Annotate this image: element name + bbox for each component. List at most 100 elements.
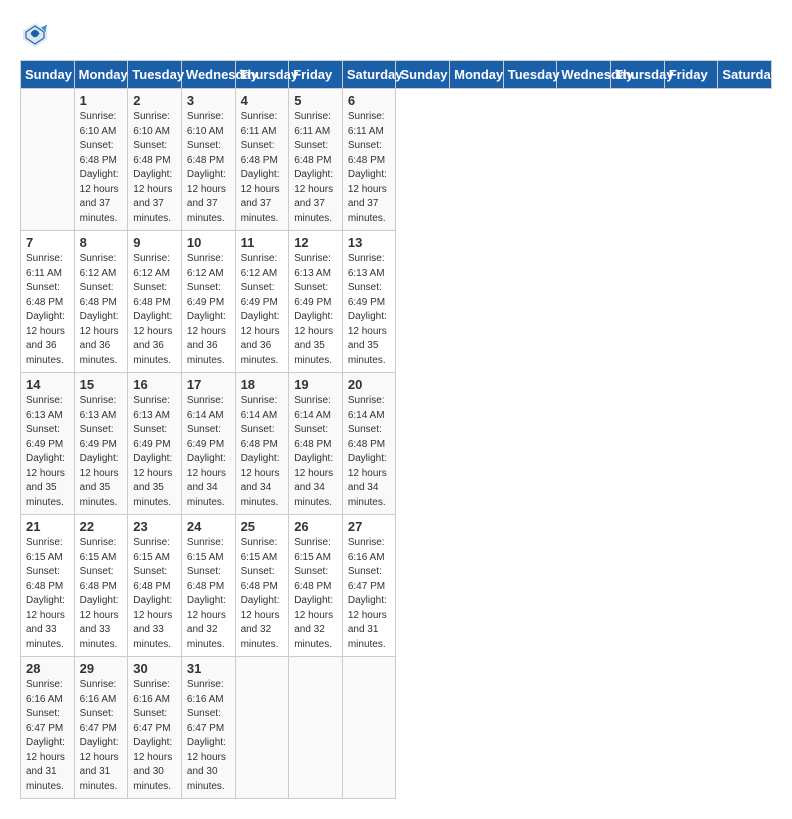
calendar-cell: 20 Sunrise: 6:14 AM Sunset: 6:48 PM Dayli… <box>342 373 396 515</box>
col-header-friday: Friday <box>664 61 718 89</box>
col-header-monday: Monday <box>450 61 504 89</box>
day-info: Sunrise: 6:14 AM Sunset: 6:48 PM Dayligh… <box>294 394 337 510</box>
day-number: 7 <box>26 235 69 250</box>
day-number: 6 <box>348 93 391 108</box>
day-info: Sunrise: 6:14 AM Sunset: 6:48 PM Dayligh… <box>241 394 284 510</box>
day-number: 18 <box>241 377 284 392</box>
day-number: 17 <box>187 377 230 392</box>
day-number: 28 <box>26 661 69 676</box>
col-header-sunday: Sunday <box>396 61 450 89</box>
col-header-thursday: Thursday <box>611 61 665 89</box>
day-number: 1 <box>80 93 123 108</box>
day-info: Sunrise: 6:13 AM Sunset: 6:49 PM Dayligh… <box>133 394 176 510</box>
day-info: Sunrise: 6:14 AM Sunset: 6:48 PM Dayligh… <box>348 394 391 510</box>
calendar-cell: 25Sunrise: 6:15 AM Sunset: 6:48 PM Dayli… <box>235 515 289 657</box>
day-info: Sunrise: 6:13 AM Sunset: 6:49 PM Dayligh… <box>26 394 69 510</box>
header-monday: Monday <box>74 61 128 89</box>
calendar-week-2: 7 Sunrise: 6:11 AM Sunset: 6:48 PM Daylig… <box>21 231 772 373</box>
calendar-week-3: 14 Sunrise: 6:13 AM Sunset: 6:49 PM Dayli… <box>21 373 772 515</box>
day-info: Sunrise: 6:16 AM Sunset: 6:47 PM Dayligh… <box>26 678 69 794</box>
day-info: Sunrise: 6:16 AM Sunset: 6:47 PM Dayligh… <box>133 678 176 794</box>
calendar-cell: 14 Sunrise: 6:13 AM Sunset: 6:49 PM Dayli… <box>21 373 75 515</box>
calendar-cell: 11 Sunrise: 6:12 AM Sunset: 6:49 PM Dayli… <box>235 231 289 373</box>
day-info: Sunrise: 6:15 AM Sunset: 6:48 PM Dayligh… <box>294 536 337 652</box>
logo-icon <box>20 20 50 50</box>
header-wednesday: Wednesday <box>181 61 235 89</box>
calendar-cell: 13 Sunrise: 6:13 AM Sunset: 6:49 PM Dayli… <box>342 231 396 373</box>
day-number: 2 <box>133 93 176 108</box>
day-info: Sunrise: 6:14 AM Sunset: 6:49 PM Dayligh… <box>187 394 230 510</box>
day-info: Sunrise: 6:12 AM Sunset: 6:49 PM Dayligh… <box>241 252 284 368</box>
calendar-week-4: 21Sunrise: 6:15 AM Sunset: 6:48 PM Dayli… <box>21 515 772 657</box>
day-number: 20 <box>348 377 391 392</box>
header-sunday: Sunday <box>21 61 75 89</box>
calendar-cell: 4Sunrise: 6:11 AM Sunset: 6:48 PM Daylig… <box>235 89 289 231</box>
day-number: 30 <box>133 661 176 676</box>
day-number: 12 <box>294 235 337 250</box>
calendar-cell: 5Sunrise: 6:11 AM Sunset: 6:48 PM Daylig… <box>289 89 343 231</box>
day-number: 26 <box>294 519 337 534</box>
day-number: 25 <box>241 519 284 534</box>
calendar-cell <box>342 657 396 799</box>
day-number: 19 <box>294 377 337 392</box>
calendar-cell: 10 Sunrise: 6:12 AM Sunset: 6:49 PM Dayli… <box>181 231 235 373</box>
calendar-cell: 7 Sunrise: 6:11 AM Sunset: 6:48 PM Daylig… <box>21 231 75 373</box>
col-header-wednesday: Wednesday <box>557 61 611 89</box>
day-number: 16 <box>133 377 176 392</box>
calendar-cell: 27 Sunrise: 6:16 AM Sunset: 6:47 PM Dayli… <box>342 515 396 657</box>
calendar-cell: 22Sunrise: 6:15 AM Sunset: 6:48 PM Dayli… <box>74 515 128 657</box>
day-info: Sunrise: 6:12 AM Sunset: 6:49 PM Dayligh… <box>187 252 230 368</box>
calendar-table: SundayMondayTuesdayWednesdayThursdayFrid… <box>20 60 772 799</box>
day-number: 8 <box>80 235 123 250</box>
calendar-cell: 15 Sunrise: 6:13 AM Sunset: 6:49 PM Dayli… <box>74 373 128 515</box>
day-info: Sunrise: 6:10 AM Sunset: 6:48 PM Dayligh… <box>187 110 230 226</box>
day-info: Sunrise: 6:15 AM Sunset: 6:48 PM Dayligh… <box>26 536 69 652</box>
header-thursday: Thursday <box>235 61 289 89</box>
day-number: 13 <box>348 235 391 250</box>
header-tuesday: Tuesday <box>128 61 182 89</box>
calendar-cell <box>235 657 289 799</box>
day-info: Sunrise: 6:11 AM Sunset: 6:48 PM Dayligh… <box>348 110 391 226</box>
page-header <box>20 20 772 50</box>
calendar-cell <box>289 657 343 799</box>
header-friday: Friday <box>289 61 343 89</box>
calendar-cell: 8 Sunrise: 6:12 AM Sunset: 6:48 PM Daylig… <box>74 231 128 373</box>
day-info: Sunrise: 6:16 AM Sunset: 6:47 PM Dayligh… <box>348 536 391 652</box>
day-info: Sunrise: 6:10 AM Sunset: 6:48 PM Dayligh… <box>80 110 123 226</box>
day-number: 22 <box>80 519 123 534</box>
day-number: 27 <box>348 519 391 534</box>
calendar-cell: 18 Sunrise: 6:14 AM Sunset: 6:48 PM Dayli… <box>235 373 289 515</box>
day-number: 14 <box>26 377 69 392</box>
day-info: Sunrise: 6:12 AM Sunset: 6:48 PM Dayligh… <box>80 252 123 368</box>
day-number: 29 <box>80 661 123 676</box>
logo <box>20 20 54 50</box>
calendar-cell: 24Sunrise: 6:15 AM Sunset: 6:48 PM Dayli… <box>181 515 235 657</box>
calendar-header-row: SundayMondayTuesdayWednesdayThursdayFrid… <box>21 61 772 89</box>
calendar-cell: 2Sunrise: 6:10 AM Sunset: 6:48 PM Daylig… <box>128 89 182 231</box>
day-number: 23 <box>133 519 176 534</box>
day-info: Sunrise: 6:13 AM Sunset: 6:49 PM Dayligh… <box>348 252 391 368</box>
day-info: Sunrise: 6:15 AM Sunset: 6:48 PM Dayligh… <box>133 536 176 652</box>
calendar-cell: 3 Sunrise: 6:10 AM Sunset: 6:48 PM Daylig… <box>181 89 235 231</box>
day-info: Sunrise: 6:11 AM Sunset: 6:48 PM Dayligh… <box>241 110 284 226</box>
day-info: Sunrise: 6:16 AM Sunset: 6:47 PM Dayligh… <box>187 678 230 794</box>
calendar-week-5: 28 Sunrise: 6:16 AM Sunset: 6:47 PM Dayli… <box>21 657 772 799</box>
calendar-cell: 9Sunrise: 6:12 AM Sunset: 6:48 PM Daylig… <box>128 231 182 373</box>
day-info: Sunrise: 6:11 AM Sunset: 6:48 PM Dayligh… <box>26 252 69 368</box>
day-number: 15 <box>80 377 123 392</box>
day-info: Sunrise: 6:16 AM Sunset: 6:47 PM Dayligh… <box>80 678 123 794</box>
day-number: 5 <box>294 93 337 108</box>
calendar-cell: 17 Sunrise: 6:14 AM Sunset: 6:49 PM Dayli… <box>181 373 235 515</box>
calendar-cell: 16 Sunrise: 6:13 AM Sunset: 6:49 PM Dayli… <box>128 373 182 515</box>
day-info: Sunrise: 6:12 AM Sunset: 6:48 PM Dayligh… <box>133 252 176 368</box>
calendar-week-1: 1 Sunrise: 6:10 AM Sunset: 6:48 PM Daylig… <box>21 89 772 231</box>
day-info: Sunrise: 6:13 AM Sunset: 6:49 PM Dayligh… <box>80 394 123 510</box>
calendar-cell: 30 Sunrise: 6:16 AM Sunset: 6:47 PM Dayli… <box>128 657 182 799</box>
calendar-cell <box>21 89 75 231</box>
col-header-tuesday: Tuesday <box>503 61 557 89</box>
calendar-cell: 21Sunrise: 6:15 AM Sunset: 6:48 PM Dayli… <box>21 515 75 657</box>
day-number: 10 <box>187 235 230 250</box>
day-number: 11 <box>241 235 284 250</box>
calendar-cell: 28 Sunrise: 6:16 AM Sunset: 6:47 PM Dayli… <box>21 657 75 799</box>
day-number: 3 <box>187 93 230 108</box>
